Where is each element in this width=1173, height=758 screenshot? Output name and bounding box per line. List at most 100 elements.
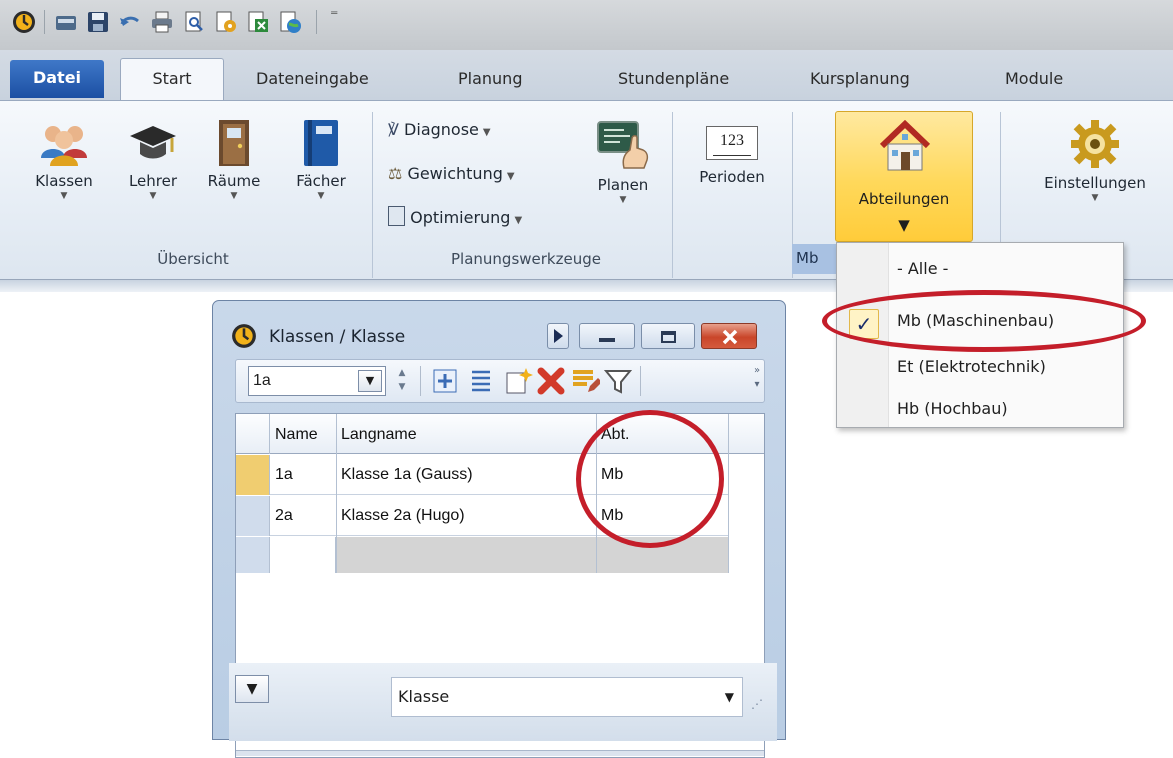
raeume-label: Räume [207, 172, 261, 190]
klassen-button[interactable]: Klassen ▼ [20, 118, 108, 202]
customize-qat-icon[interactable]: ⁼ [330, 6, 338, 25]
row-2-langname[interactable]: Klasse 2a (Hugo) [336, 507, 465, 525]
new-record-icon[interactable] [504, 366, 534, 396]
search-value: 1a [253, 372, 271, 389]
grid-corner [236, 414, 270, 454]
perioden-icon-text: 123 [720, 132, 744, 149]
planen-button[interactable]: Planen ▼ [584, 118, 662, 206]
settings-page-icon[interactable] [214, 10, 238, 34]
diagnose-button[interactable]: ℣ Diagnose ▼ [388, 120, 491, 139]
excel-export-icon[interactable] [246, 10, 270, 34]
planning-board-hand-icon [597, 121, 649, 169]
chevron-down-icon: ▼ [506, 171, 515, 182]
toolbar-overflow-icon[interactable]: » ▾ [750, 364, 764, 398]
tab-datei[interactable]: Datei [10, 60, 104, 98]
column-header-langname[interactable]: Langname [336, 426, 417, 444]
footer-dropdown-button[interactable]: ▼ [235, 675, 269, 703]
abteilungen-button[interactable]: Abteilungen ▼ [835, 111, 973, 242]
gear-icon [1071, 120, 1119, 168]
menu-item-hb[interactable]: Hb (Hochbau) [897, 399, 1008, 418]
optimierung-button[interactable]: Optimierung ▼ [388, 206, 522, 227]
qat-separator [316, 10, 317, 34]
footer-view-select[interactable]: Klasse ▼ [391, 677, 743, 717]
planen-label: Planen [597, 176, 649, 194]
group-separator [372, 112, 373, 278]
calendar-numbers-icon: 123 [706, 126, 758, 160]
close-button[interactable] [701, 323, 757, 349]
gewichtung-button[interactable]: ⚖ Gewichtung ▼ [388, 164, 515, 183]
faecher-button[interactable]: Fächer ▼ [280, 118, 362, 202]
open-folder-icon[interactable] [54, 10, 78, 34]
raeume-button[interactable]: Räume ▼ [196, 118, 272, 202]
chevron-down-icon: ▼ [1091, 193, 1099, 203]
delete-icon[interactable] [536, 366, 566, 396]
window-footer: ▼ Klasse ▼ ⋰ [229, 663, 777, 741]
column-header-name[interactable]: Name [270, 426, 318, 444]
chevron-down-icon: ▼ [149, 191, 157, 201]
maximize-button[interactable] [641, 323, 695, 349]
new-row-name-cell[interactable] [270, 537, 336, 573]
menu-item-et[interactable]: Et (Elektrotechnik) [897, 357, 1046, 376]
column-divider [728, 414, 729, 573]
window-toolbar: 1a ▼ ▲ ▼ » ▾ [235, 359, 765, 403]
tab-start[interactable]: Start [120, 58, 224, 102]
tab-dateneingabe[interactable]: Dateneingabe [246, 61, 379, 99]
annotation-ring-column [576, 410, 724, 548]
column-divider [336, 414, 337, 573]
window-title: Klassen / Klasse [269, 327, 406, 347]
row-1-langname[interactable]: Klasse 1a (Gauss) [336, 466, 473, 484]
einstellungen-button[interactable]: Einstellungen ▼ [1020, 118, 1170, 204]
chevron-down-icon: ▼ [482, 127, 491, 138]
save-icon[interactable] [86, 10, 110, 34]
minimize-icon [599, 338, 615, 342]
row-1-name[interactable]: 1a [270, 466, 293, 484]
toolbar-separator [420, 366, 421, 396]
row-2-name[interactable]: 2a [270, 507, 293, 525]
abteilungen-label: Abteilungen [858, 190, 950, 208]
combo-dropdown-button[interactable]: ▼ [358, 370, 382, 392]
ribbon-tab-bar: Datei Start Dateneingabe Planung Stunden… [0, 50, 1173, 102]
tab-planung[interactable]: Planung [448, 61, 532, 99]
menu-item-alle[interactable]: - Alle - [897, 259, 948, 278]
list-view-icon[interactable] [470, 368, 492, 394]
perioden-label: Perioden [699, 168, 765, 186]
gewichtung-label: Gewichtung [407, 164, 503, 183]
calculator-icon [388, 206, 405, 226]
close-icon [722, 329, 738, 345]
stethoscope-icon: ℣ [388, 120, 399, 139]
undo-icon[interactable] [118, 10, 142, 34]
spinner-icon[interactable]: ▲ ▼ [394, 366, 410, 396]
tab-stundenplaene[interactable]: Stundenpläne [608, 61, 739, 99]
web-export-icon[interactable] [278, 10, 302, 34]
new-row-selector[interactable] [236, 537, 270, 573]
footer-select-value: Klasse [398, 687, 450, 706]
edit-list-icon[interactable] [570, 366, 600, 396]
filter-icon[interactable] [604, 368, 632, 396]
row-selector[interactable] [236, 496, 270, 536]
tab-module[interactable]: Module [995, 61, 1073, 99]
balance-scale-icon: ⚖ [388, 164, 403, 183]
grid-bottom-divider [236, 750, 764, 756]
chevron-down-icon: ▼ [724, 690, 734, 704]
chevron-down-icon: ▼ [60, 191, 68, 201]
tab-kursplanung[interactable]: Kursplanung [800, 61, 920, 99]
chevron-down-icon: ▼ [619, 195, 627, 205]
klassen-label: Klassen [35, 172, 93, 190]
department-badge: Mb [792, 244, 836, 274]
resize-grip-icon[interactable]: ⋰ [751, 697, 763, 711]
maximize-icon [661, 331, 676, 343]
insert-row-icon[interactable] [432, 368, 458, 394]
chevron-down-icon: ▼ [230, 191, 238, 201]
print-icon[interactable] [150, 10, 174, 34]
app-clock-icon [232, 324, 256, 348]
row-selector-active[interactable] [236, 455, 270, 495]
pin-icon[interactable] [547, 323, 569, 349]
minimize-button[interactable] [579, 323, 635, 349]
house-icon [879, 120, 931, 171]
print-preview-icon[interactable] [182, 10, 206, 34]
perioden-button[interactable]: 123 Perioden [682, 118, 782, 186]
quick-access-toolbar: ⁼ [0, 0, 1173, 50]
lehrer-button[interactable]: Lehrer ▼ [116, 118, 190, 202]
group-label-planungswerkzeuge: Planungswerkzeuge [451, 250, 601, 268]
app-clock-icon[interactable] [12, 10, 36, 34]
